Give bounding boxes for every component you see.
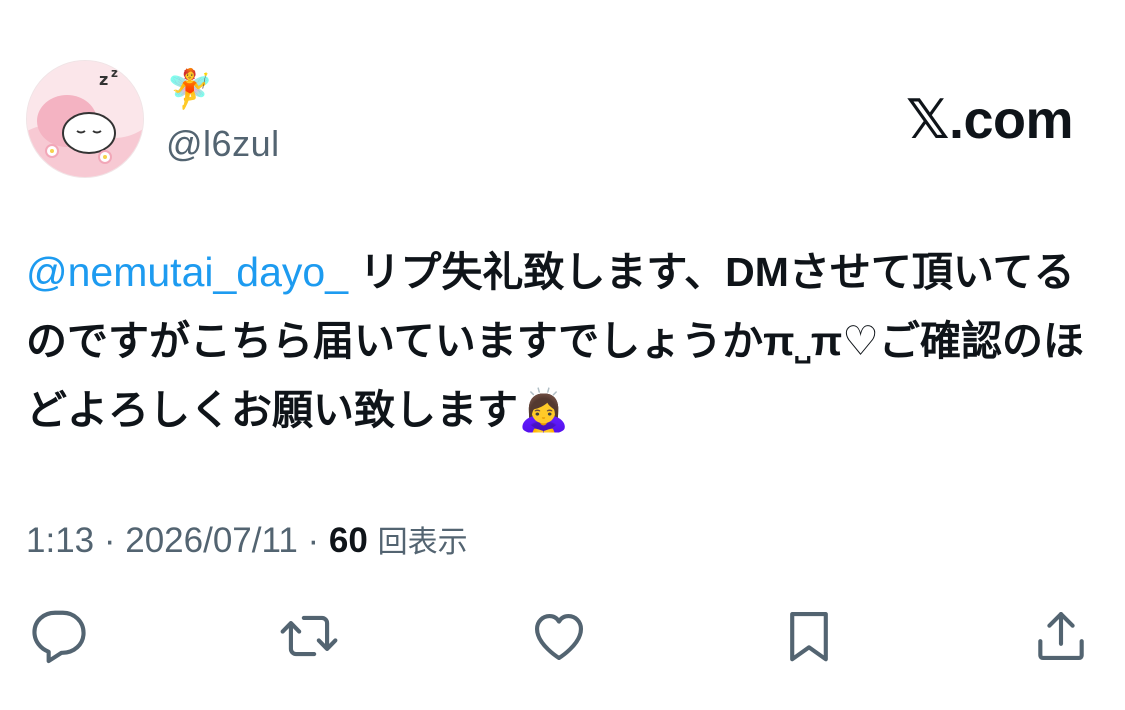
retweet-icon — [280, 615, 338, 657]
action-bar — [26, 605, 1096, 669]
meta-separator: · — [297, 521, 329, 560]
share-icon — [1038, 611, 1084, 661]
tweet-date[interactable]: 2026/07/11 — [125, 521, 298, 560]
heart-icon — [534, 614, 584, 661]
like-button[interactable] — [528, 605, 590, 667]
tweet-header: z z z 🧚 @l6zul 𝕏.com — [26, 60, 1101, 180]
views-label: 回表示 — [377, 526, 468, 559]
x-com-logo: 𝕏.com — [905, 90, 1074, 150]
bookmark-button[interactable] — [778, 605, 840, 667]
user-handle[interactable]: @l6zul — [166, 124, 280, 164]
reply-button[interactable] — [28, 605, 90, 667]
views-count: 60 — [328, 521, 368, 560]
avatar[interactable]: z z z — [26, 60, 144, 178]
reply-icon — [32, 610, 86, 664]
display-name[interactable]: 🧚 — [166, 68, 280, 112]
bookmark-icon — [790, 611, 828, 662]
tweet-text: @nemutai_dayo_ リプ失礼致します、DMさせて頂いてるのですがこちら… — [26, 238, 1086, 445]
retweet-button[interactable] — [278, 605, 340, 667]
svg-text:z: z — [99, 70, 108, 89]
sleeping-character-avatar-icon: z z z — [27, 61, 143, 177]
meta-separator: · — [94, 521, 126, 560]
user-block: 🧚 @l6zul — [166, 68, 280, 164]
share-button[interactable] — [1030, 605, 1092, 667]
tweet-meta: 1:13 · 2026/07/11 · 60 回表示 — [26, 518, 468, 566]
tweet-time[interactable]: 1:13 — [26, 521, 94, 560]
mention-link[interactable]: @nemutai_dayo_ — [26, 249, 348, 295]
svg-text:z: z — [111, 66, 118, 80]
svg-text:z: z — [120, 64, 125, 74]
